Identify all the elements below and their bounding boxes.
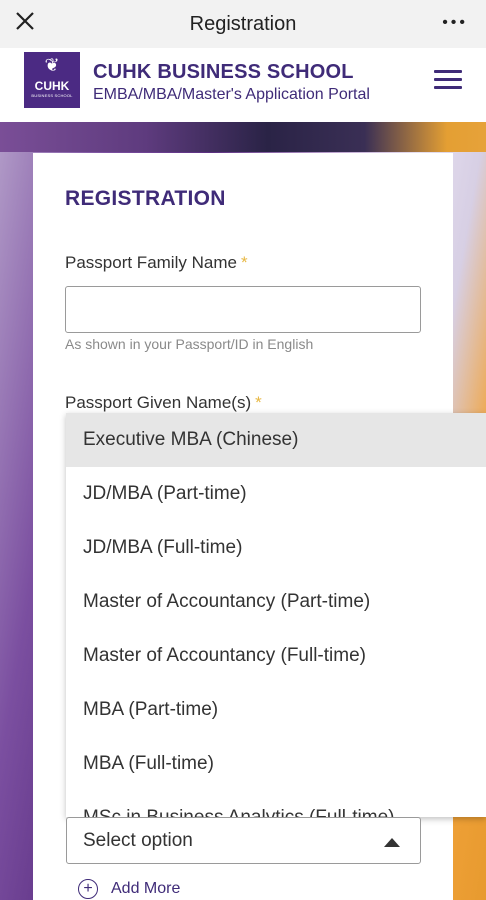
dropdown-option[interactable]: Master of Accountancy (Part-time) <box>66 575 486 629</box>
dropdown-option[interactable]: Executive MBA (Chinese) <box>66 413 486 467</box>
dropdown-option[interactable]: JD/MBA (Part-time) <box>66 467 486 521</box>
more-icon[interactable]: ••• <box>442 15 468 31</box>
required-marker: * <box>255 393 262 412</box>
select-value: Select option <box>83 830 193 851</box>
family-name-input[interactable] <box>65 286 421 333</box>
family-name-label: Passport Family Name * <box>65 253 248 272</box>
site-header: ❦ CUHK BUSINESS SCHOOL CUHK BUSINESS SCH… <box>0 48 486 122</box>
logo-word: CUHK <box>34 79 70 93</box>
cuhk-logo[interactable]: ❦ CUHK BUSINESS SCHOOL <box>24 52 80 108</box>
plus-circle-icon: + <box>78 879 98 899</box>
add-more-label: Add More <box>111 880 181 897</box>
program-select[interactable]: Select option <box>66 817 421 864</box>
portal-name: EMBA/MBA/Master's Application Portal <box>93 86 370 103</box>
page-title: Registration <box>189 12 297 35</box>
logo-mark: ❦ <box>44 55 60 76</box>
close-icon[interactable] <box>12 8 40 36</box>
hamburger-icon[interactable] <box>434 70 462 90</box>
dropdown-option[interactable]: MSc in Business Analytics (Full-time) <box>66 791 486 817</box>
logo-sub: BUSINESS SCHOOL <box>31 93 73 98</box>
family-name-hint: As shown in your Passport/ID in English <box>65 336 314 352</box>
hero-strip <box>0 122 486 152</box>
dropdown-option[interactable]: Master of Accountancy (Full-time) <box>66 629 486 683</box>
top-bar: Registration ••• <box>0 0 486 48</box>
dropdown-option[interactable]: JD/MBA (Full-time) <box>66 521 486 575</box>
caret-up-icon <box>384 838 400 847</box>
dropdown-option[interactable]: MBA (Part-time) <box>66 683 486 737</box>
program-dropdown-list[interactable]: Executive MBA (Chinese) JD/MBA (Part-tim… <box>66 413 486 817</box>
dropdown-option[interactable]: MBA (Full-time) <box>66 737 486 791</box>
form-heading: REGISTRATION <box>65 187 226 210</box>
school-name: CUHK BUSINESS SCHOOL <box>93 61 354 83</box>
add-more-button[interactable]: + Add More <box>78 878 180 900</box>
given-name-label: Passport Given Name(s) * <box>65 393 262 412</box>
required-marker: * <box>240 253 248 272</box>
